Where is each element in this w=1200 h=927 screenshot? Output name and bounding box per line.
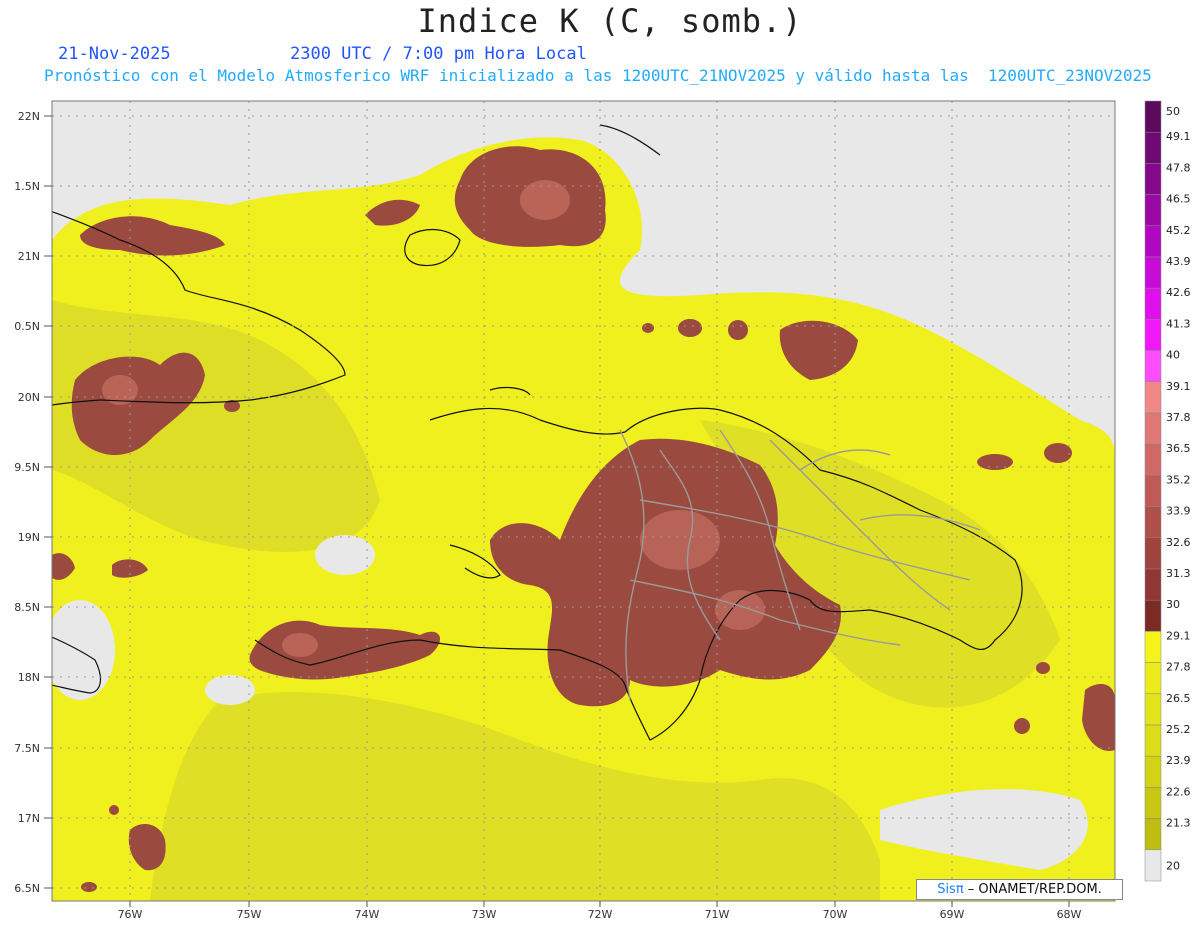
lat-label: 22N bbox=[18, 110, 40, 123]
lon-label: 70W bbox=[823, 908, 848, 921]
colorbar-swatch bbox=[1144, 818, 1162, 851]
lat-label: 7.5N bbox=[14, 742, 40, 755]
credit-badge: Sisπ – ONAMET/REP.DOM. bbox=[916, 879, 1123, 900]
colorbar-swatch bbox=[1144, 256, 1162, 289]
colorbar-swatch bbox=[1144, 163, 1162, 195]
colorbar-label: 26.5 bbox=[1166, 692, 1191, 705]
colorbar-swatch bbox=[1144, 755, 1162, 788]
colorbar-swatch bbox=[1144, 381, 1162, 414]
colorbar-swatch bbox=[1144, 412, 1162, 445]
lat-label: 9.5N bbox=[14, 461, 40, 474]
colorbar-swatch bbox=[1144, 599, 1162, 632]
colorbar-swatch bbox=[1144, 849, 1162, 882]
colorbar-label: 21.3 bbox=[1166, 817, 1191, 830]
lon-label: 74W bbox=[355, 908, 380, 921]
colorbar-label: 31.3 bbox=[1166, 567, 1191, 580]
lat-label: 19N bbox=[18, 531, 40, 544]
colorbar-swatch bbox=[1144, 131, 1162, 164]
colorbar-swatch bbox=[1144, 693, 1162, 726]
colorbar-label: 43.9 bbox=[1166, 255, 1191, 268]
colorbar-label: 50 bbox=[1166, 105, 1180, 118]
colorbar-swatch bbox=[1144, 662, 1162, 695]
lat-label: 18N bbox=[18, 671, 40, 684]
colorbar-label: 46.5 bbox=[1166, 193, 1191, 206]
colorbar-label: 23.9 bbox=[1166, 754, 1191, 767]
map-plot-area bbox=[52, 101, 1115, 901]
credit-text: – ONAMET/REP.DOM. bbox=[963, 882, 1102, 897]
sispi-logo: Sisπ bbox=[937, 882, 964, 897]
colorbar-label: 35.2 bbox=[1166, 473, 1191, 486]
colorbar-swatch bbox=[1144, 100, 1162, 133]
lon-label: 73W bbox=[472, 908, 497, 921]
lat-label: 6.5N bbox=[14, 882, 40, 895]
colorbar-swatch bbox=[1144, 475, 1162, 507]
colorbar-label: 47.8 bbox=[1166, 161, 1191, 174]
colorbar-label: 25.2 bbox=[1166, 723, 1191, 736]
lon-label: 72W bbox=[588, 908, 613, 921]
colorbar-label: 40 bbox=[1166, 349, 1180, 362]
colorbar-swatch bbox=[1144, 194, 1162, 227]
colorbar-label: 49.1 bbox=[1166, 130, 1191, 143]
no-data-area bbox=[205, 675, 255, 705]
colorbar-swatch bbox=[1144, 287, 1162, 320]
colorbar-label: 27.8 bbox=[1166, 661, 1191, 674]
colorbar-label: 41.3 bbox=[1166, 317, 1191, 330]
colorbar-label: 33.9 bbox=[1166, 505, 1191, 518]
colorbar-label: 36.5 bbox=[1166, 442, 1191, 455]
colorbar-swatch bbox=[1144, 319, 1162, 351]
lon-label: 71W bbox=[705, 908, 730, 921]
no-data-area bbox=[315, 535, 375, 575]
colorbar-label: 22.6 bbox=[1166, 785, 1191, 798]
colorbar-swatch bbox=[1144, 225, 1162, 258]
colorbar-label: 29.1 bbox=[1166, 629, 1191, 642]
no-data-area bbox=[52, 600, 115, 700]
colorbar-label: 39.1 bbox=[1166, 380, 1191, 393]
lon-label: 68W bbox=[1057, 908, 1082, 921]
colorbar-swatch bbox=[1144, 443, 1162, 476]
k-index-map: 22N 1.5N 21N 0.5N 20N 9.5N 19N 8.5N 18N … bbox=[14, 100, 1191, 921]
longitude-ticks bbox=[129, 901, 1070, 907]
colorbar-swatch bbox=[1144, 537, 1162, 570]
colorbar: 50 49.1 47.8 46.5 45.2 43.9 42.6 41.3 40 39.1 37.8… bbox=[1144, 100, 1191, 882]
colorbar-label: 37.8 bbox=[1166, 411, 1191, 424]
lon-label: 69W bbox=[940, 908, 965, 921]
lat-label: 1.5N bbox=[14, 180, 40, 193]
colorbar-swatch bbox=[1144, 787, 1162, 819]
lon-label: 75W bbox=[237, 908, 262, 921]
colorbar-swatch bbox=[1144, 724, 1162, 757]
lat-label: 21N bbox=[18, 250, 40, 263]
colorbar-swatch bbox=[1144, 506, 1162, 539]
lat-label: 8.5N bbox=[14, 601, 40, 614]
lat-label: 20N bbox=[18, 391, 40, 404]
colorbar-label: 45.2 bbox=[1166, 224, 1191, 237]
colorbar-swatch bbox=[1144, 350, 1162, 383]
lat-label: 17N bbox=[18, 812, 40, 825]
colorbar-label: 32.6 bbox=[1166, 536, 1191, 549]
colorbar-swatch bbox=[1144, 631, 1162, 663]
lon-label: 76W bbox=[118, 908, 143, 921]
longitude-axis: 76W 75W 74W 73W 72W 71W 70W 69W 68W bbox=[118, 908, 1082, 921]
colorbar-label: 42.6 bbox=[1166, 286, 1191, 299]
colorbar-swatch bbox=[1144, 568, 1162, 601]
latitude-ticks bbox=[44, 115, 52, 889]
colorbar-label: 20 bbox=[1166, 859, 1180, 872]
colorbar-label: 30 bbox=[1166, 598, 1180, 611]
lat-label: 0.5N bbox=[14, 320, 40, 333]
latitude-axis: 22N 1.5N 21N 0.5N 20N 9.5N 19N 8.5N 18N … bbox=[14, 110, 40, 895]
